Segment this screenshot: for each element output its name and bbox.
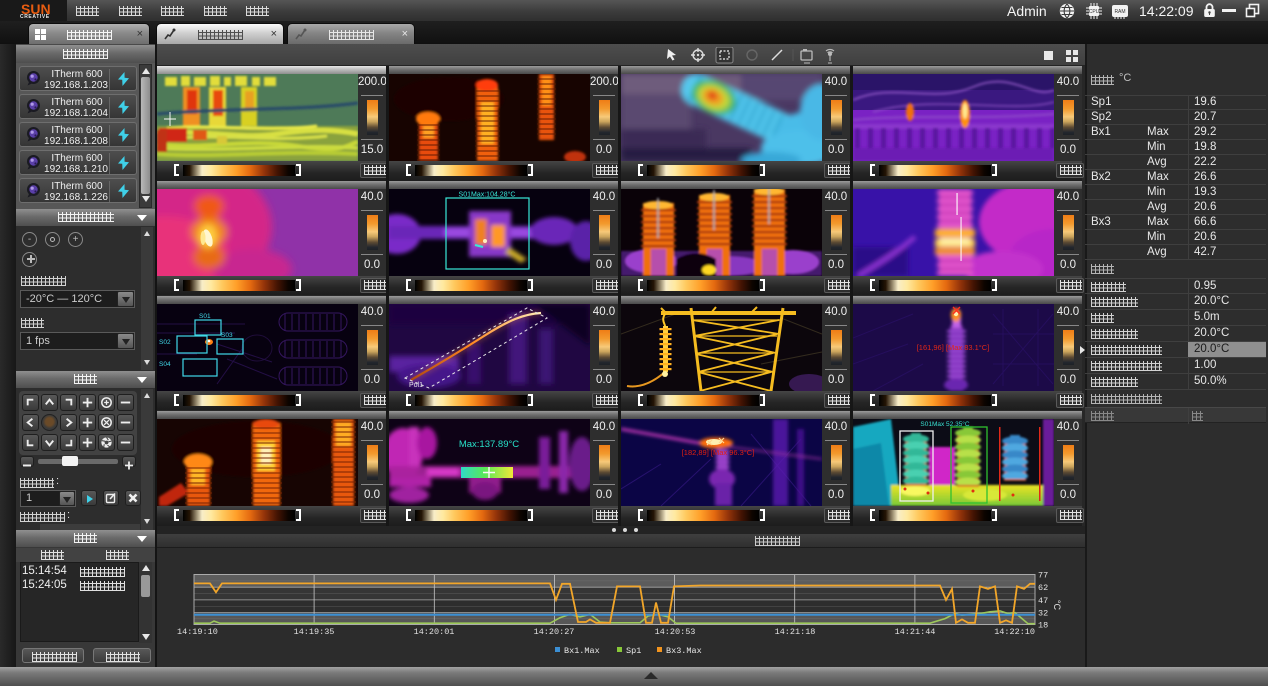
- svg-text:14:20:01: 14:20:01: [414, 627, 455, 637]
- svg-text:S01: S01: [199, 313, 211, 320]
- svg-text:S04: S04: [159, 361, 171, 368]
- svg-text:14:19:10: 14:19:10: [177, 627, 218, 637]
- svg-text:32: 32: [1038, 609, 1048, 619]
- svg-text:14:21:18: 14:21:18: [775, 627, 816, 637]
- svg-text:14:22:10: 14:22:10: [994, 627, 1035, 637]
- svg-text:[161,96] [Max 83.1°C]: [161,96] [Max 83.1°C]: [917, 343, 990, 352]
- svg-text:77: 77: [1038, 571, 1048, 581]
- svg-text:S01Max 52.35°C: S01Max 52.35°C: [920, 420, 970, 428]
- svg-text:°C: °C: [1052, 600, 1062, 611]
- svg-text:RAM: RAM: [1114, 9, 1125, 15]
- svg-text:14:21:44: 14:21:44: [895, 627, 936, 637]
- svg-text:Pol1: Pol1: [409, 382, 423, 389]
- svg-text:Bx3.Max: Bx3.Max: [666, 646, 702, 656]
- svg-text:14:19:35: 14:19:35: [294, 627, 335, 637]
- svg-text:CPU: CPU: [1089, 9, 1100, 15]
- svg-text:[182,89] [Max 96.3°C]: [182,89] [Max 96.3°C]: [682, 448, 755, 457]
- svg-text:Sp1: Sp1: [626, 646, 641, 656]
- svg-text:62: 62: [1038, 583, 1048, 593]
- svg-text:14:20:27: 14:20:27: [534, 627, 575, 637]
- svg-text:18: 18: [1038, 621, 1048, 631]
- svg-text:Max:137.89°C: Max:137.89°C: [459, 439, 519, 450]
- svg-text:S02: S02: [159, 339, 171, 346]
- svg-text:47: 47: [1038, 596, 1048, 606]
- svg-text:S01Max:104.28°C: S01Max:104.28°C: [459, 191, 516, 199]
- svg-text:14:20:53: 14:20:53: [655, 627, 696, 637]
- svg-text:S03: S03: [221, 332, 233, 339]
- svg-text:Bx1.Max: Bx1.Max: [564, 646, 600, 656]
